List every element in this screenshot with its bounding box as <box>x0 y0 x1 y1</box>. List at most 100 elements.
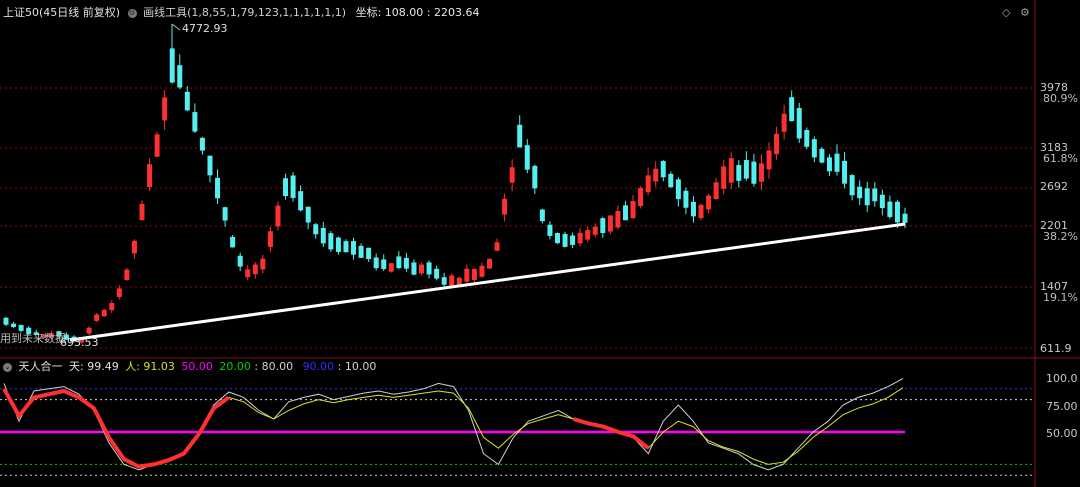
candle-body <box>419 264 425 274</box>
candle-body <box>879 194 885 209</box>
high-pointer <box>171 23 181 31</box>
candle-body <box>396 256 402 269</box>
candle-body <box>328 233 334 250</box>
candle-body <box>351 241 357 255</box>
ind-tick-50: 50.00 <box>1046 427 1078 440</box>
candle-body <box>789 97 795 122</box>
candle-body <box>766 150 772 170</box>
level-10-value: 10.00 <box>344 360 377 373</box>
candle-body <box>494 242 500 251</box>
level-50-value: 50.00 <box>181 360 213 373</box>
candle-body <box>872 188 878 202</box>
candle-body <box>887 201 893 217</box>
candle-body <box>660 161 666 178</box>
pct-tick-19: 19.1% <box>1043 291 1078 304</box>
candle-body <box>192 112 198 132</box>
candle-body <box>139 203 145 221</box>
pct-tick-80: 80.9% <box>1043 92 1078 105</box>
settings-gear-icon[interactable]: ⚙ <box>1020 6 1030 19</box>
candle-body <box>373 257 379 269</box>
chart-canvas[interactable] <box>0 0 1080 487</box>
candle-body <box>86 327 92 334</box>
candle-body <box>570 235 576 245</box>
candle-body <box>116 288 122 297</box>
price-tick-611: 611.9 <box>1040 342 1072 355</box>
candle-body <box>252 264 258 275</box>
candle-body <box>554 233 560 244</box>
candle-body <box>124 269 130 280</box>
settings-circle-icon[interactable]: ⊙ <box>127 8 137 18</box>
candle-body <box>358 245 364 258</box>
candle-body <box>305 206 311 223</box>
candle-body <box>713 182 719 200</box>
candle-body <box>131 240 137 254</box>
signal-segment <box>2 387 230 469</box>
low-label: 693.53 <box>60 336 99 349</box>
candle-body <box>434 268 440 279</box>
candle-body <box>804 130 810 147</box>
candle-body <box>864 188 870 206</box>
candle-body <box>283 178 289 197</box>
future-data-label: 用到未来数据 <box>0 332 66 345</box>
candle-body <box>162 97 168 121</box>
candle-body <box>230 236 236 248</box>
candle-body <box>441 277 447 285</box>
candle-body <box>366 247 372 260</box>
candle-body <box>751 161 757 184</box>
candle-body <box>486 258 492 269</box>
candle-body <box>267 231 273 248</box>
candle-body <box>313 224 319 235</box>
signal-segment <box>572 417 650 450</box>
candle-body <box>842 160 848 184</box>
candle-body <box>290 175 296 198</box>
indicator-menu-icon[interactable]: ⌄ <box>3 362 12 372</box>
candle-body <box>645 175 651 193</box>
candle-body <box>826 157 832 172</box>
candle-body <box>638 188 644 207</box>
candle-body <box>758 163 764 182</box>
indicator-name[interactable]: 天人合一 <box>19 360 63 373</box>
candle-body <box>3 317 9 325</box>
candle-body <box>653 168 659 182</box>
candle-body <box>184 91 190 111</box>
ren-line <box>3 387 904 468</box>
candle-body <box>902 213 908 223</box>
candle-body <box>237 255 243 267</box>
chart-header: 上证50(45日线 前复权) ⊙ 画线工具(1,8,55,1,79,123,1,… <box>3 6 480 20</box>
candle-body <box>668 173 674 188</box>
candle-body <box>215 177 221 199</box>
candle-body <box>615 211 621 228</box>
candle-body <box>630 201 636 219</box>
candle-body <box>577 232 583 244</box>
ind-tick-75: 75.00 <box>1046 400 1078 413</box>
candle-body <box>94 314 100 321</box>
candle-body <box>834 153 840 172</box>
candle-body <box>245 269 251 278</box>
candle-body <box>539 209 545 222</box>
candle-body <box>819 148 825 163</box>
candle-body <box>600 218 606 233</box>
candle-body <box>736 165 742 181</box>
candle-body <box>849 175 855 196</box>
tian-line <box>3 378 904 471</box>
index-title: 上证50(45日线 前复权) <box>3 6 121 19</box>
drawing-tool-label[interactable]: 画线工具(1,8,55,1,79,123,1,1,1,1,1,1) <box>143 6 346 19</box>
candle-body <box>298 191 304 211</box>
candle-body <box>622 205 628 221</box>
price-tick-2692: 2692 <box>1040 180 1068 193</box>
level-90-value: 90.00 <box>302 360 335 373</box>
coordinate-readout: 坐标: 108.00 : 2203.64 <box>355 6 480 19</box>
candle-body <box>690 201 696 217</box>
high-label: 4772.93 <box>182 22 228 35</box>
candle-body <box>509 167 515 183</box>
candle-body <box>320 227 326 244</box>
diamond-icon[interactable]: ◇ <box>1002 6 1010 19</box>
candle-body <box>275 205 281 227</box>
candle-body <box>532 165 538 189</box>
candle-body <box>207 155 213 176</box>
separator: : <box>337 360 342 373</box>
candle-body <box>547 224 553 236</box>
candle-body <box>562 233 568 247</box>
candle-body <box>154 134 160 157</box>
candle-body <box>585 230 591 240</box>
